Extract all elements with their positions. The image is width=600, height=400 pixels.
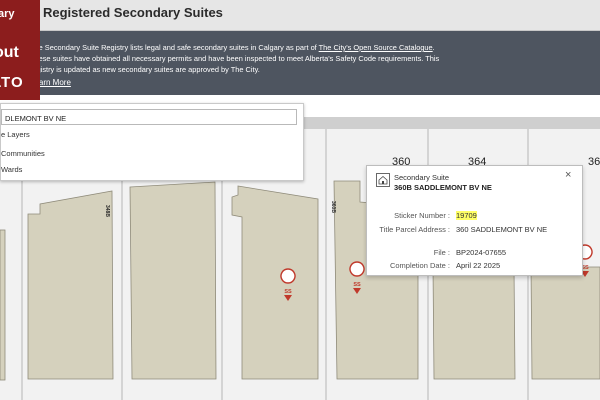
parcel: [0, 229, 6, 381]
layer-item-base-layers[interactable]: e Layers: [1, 130, 30, 139]
info-line-1: The Secondary Suite Registry lists legal…: [30, 43, 435, 52]
parcel: [129, 181, 217, 380]
pin-label: SS: [284, 289, 292, 295]
parcel-vertical-label: 360B: [330, 201, 336, 213]
completion-date-label: Completion Date :: [389, 261, 450, 270]
layer-item-wards[interactable]: Wards: [1, 165, 22, 174]
page-title: Registered Secondary Suites: [43, 5, 223, 20]
open-source-catalogue-link[interactable]: The City's Open Source Catalogue: [319, 43, 433, 52]
address-search-input[interactable]: [1, 109, 297, 125]
parcel: [231, 185, 319, 380]
layer-panel: e Layers Communities Wards: [0, 103, 304, 181]
sticker-number-value: 19709: [456, 211, 477, 220]
parcel: [27, 190, 114, 380]
parcel-vertical-label: 348B: [104, 205, 110, 217]
sticker-number-label: Sticker Number :: [394, 211, 450, 220]
title-parcel-address-value: 360 SADDLEMONT BV NE: [456, 225, 548, 234]
logo: ary out LTO: [0, 0, 40, 100]
title-parcel-address-label: Title Parcel Address :: [379, 225, 450, 234]
info-line-2: These suites have obtained all necessary…: [30, 54, 440, 63]
layer-item-communities[interactable]: Communities: [1, 149, 45, 158]
parcel-number: 36: [588, 156, 600, 168]
file-value: BP2024-07655: [456, 248, 507, 257]
suite-info-popup: Secondary Suite 360B SADDLEMONT BV NE × …: [366, 165, 583, 276]
file-label: File :: [433, 248, 450, 257]
parcel: [432, 266, 516, 380]
app-header: Registered Secondary Suites: [0, 0, 600, 31]
popup-type: Secondary Suite: [394, 173, 450, 182]
info-panel: The Secondary Suite Registry lists legal…: [0, 31, 600, 95]
popup-address: 360B SADDLEMONT BV NE: [394, 183, 492, 192]
completion-date-value: April 22 2025: [456, 261, 501, 270]
pin-label: SS: [353, 282, 361, 288]
info-line-3: registry is updated as new secondary sui…: [30, 65, 260, 74]
close-icon[interactable]: ×: [565, 169, 571, 181]
parcel: [530, 266, 600, 380]
home-icon: [376, 173, 390, 187]
